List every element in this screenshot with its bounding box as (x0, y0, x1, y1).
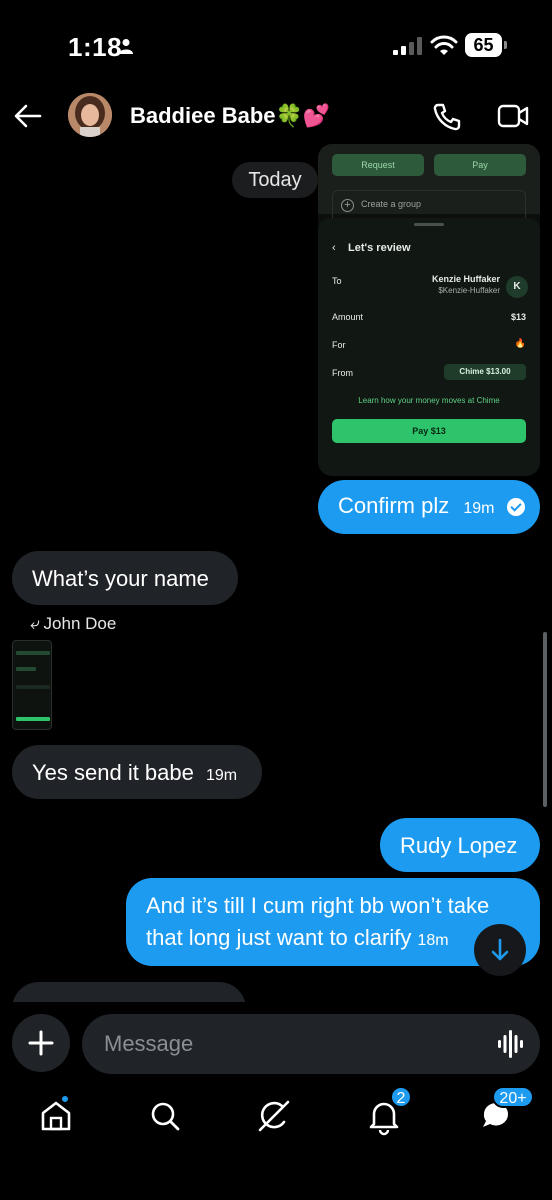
image-learn-link: Learn how your money moves at Chime (358, 396, 500, 405)
incoming-message-partial[interactable] (12, 982, 246, 1002)
outgoing-message[interactable]: Rudy Lopez (380, 818, 540, 872)
phone-call-icon[interactable] (432, 102, 462, 132)
messages-badge: 20+ (492, 1086, 534, 1108)
video-call-icon[interactable] (497, 103, 529, 129)
incoming-message[interactable]: Yes send it babe 19m (12, 745, 262, 799)
bottom-tab-bar: 2 20+ (0, 1086, 552, 1158)
home-notification-dot (60, 1094, 70, 1104)
scroll-to-bottom-button[interactable] (474, 924, 526, 976)
image-thumbnail[interactable] (12, 640, 52, 730)
person-icon (119, 39, 133, 54)
sent-image-payment-review[interactable]: Request Pay + Create a group ‹ Let's rev… (318, 144, 540, 476)
image-plus-icon: + (341, 199, 354, 212)
message-text: Yes send it babe (32, 760, 194, 785)
image-from-label: From (332, 368, 353, 378)
image-from-value: Chime $13.00 (444, 364, 526, 380)
image-for-label: For (332, 340, 346, 350)
battery-level: 65 (465, 33, 502, 57)
tab-home[interactable] (36, 1094, 76, 1136)
notifications-badge: 2 (390, 1086, 412, 1108)
battery-cap (504, 41, 507, 49)
thumbnail-detail (16, 717, 50, 721)
search-icon (151, 1102, 180, 1131)
message-input[interactable] (82, 1014, 540, 1074)
date-separator: Today (232, 162, 318, 198)
tab-messages[interactable]: 20+ (476, 1086, 534, 1136)
status-bar: 1:18 65 (0, 0, 552, 90)
message-time: 18m (417, 932, 449, 949)
message-time: 19m (206, 767, 238, 784)
image-amount-value: $13 (510, 312, 526, 322)
image-recipient-avatar: K (506, 276, 528, 298)
thumbnail-detail (16, 651, 50, 655)
cellular-signal-icon (393, 37, 422, 55)
image-amount-label: Amount (332, 312, 364, 322)
image-to-label: To (332, 276, 342, 286)
message-text: What’s your name (32, 566, 209, 591)
image-create-group-label: Create a group (361, 199, 422, 209)
wifi-icon (430, 35, 458, 55)
scrollbar[interactable] (543, 632, 547, 807)
thumbnail-detail (16, 685, 50, 689)
image-recipient-tag: $Kenzie-Huffaker (438, 286, 500, 295)
home-icon (41, 1101, 71, 1131)
incoming-message[interactable]: What’s your name (12, 551, 238, 605)
reply-reference: ⤶ John Doe (30, 614, 116, 634)
message-text: Rudy Lopez (400, 833, 518, 858)
message-text: Confirm plz (338, 493, 450, 518)
add-attachment-button[interactable] (12, 1014, 70, 1072)
grok-icon (258, 1100, 290, 1132)
image-review-sheet: ‹ Let's review To Kenzie Huffaker $Kenzi… (318, 218, 540, 476)
image-review-title: Let's review (348, 242, 411, 254)
image-chevron-left-icon: ‹ (332, 242, 336, 254)
status-time: 1:18 (68, 32, 123, 62)
message-thread[interactable]: Request Pay + Create a group ‹ Let's rev… (0, 142, 552, 1002)
image-sheet-handle (414, 223, 444, 226)
contact-name[interactable]: Baddiee Babe🍀💕 (130, 103, 330, 129)
image-recipient-name: Kenzie Huffaker (431, 274, 500, 284)
battery-indicator: 65 (465, 33, 507, 57)
image-for-value: 🔥 (514, 338, 526, 348)
tab-grok[interactable] (254, 1096, 294, 1136)
image-request-button: Request (332, 154, 424, 176)
image-pay-tab: Pay (434, 154, 526, 176)
avatar-photo (68, 93, 112, 137)
plus-icon (28, 1030, 54, 1056)
message-composer (0, 1010, 552, 1080)
tab-search[interactable] (145, 1096, 185, 1136)
tab-notifications[interactable]: 2 (364, 1086, 412, 1136)
reply-to-name: John Doe (43, 614, 117, 633)
back-arrow-icon[interactable] (14, 104, 42, 128)
outgoing-message[interactable]: Confirm plz 19m (318, 480, 540, 534)
message-time: 19m (463, 500, 495, 517)
read-receipt-check-icon (506, 498, 525, 516)
chat-header: Baddiee Babe🍀💕 (0, 90, 552, 142)
voice-message-icon[interactable] (498, 1030, 524, 1058)
thumbnail-detail (16, 667, 36, 671)
reply-arrow-icon: ⤶ (30, 614, 40, 633)
image-pay-button: Pay $13 (332, 419, 526, 443)
contact-avatar[interactable] (68, 93, 112, 137)
arrow-down-icon (491, 938, 509, 961)
